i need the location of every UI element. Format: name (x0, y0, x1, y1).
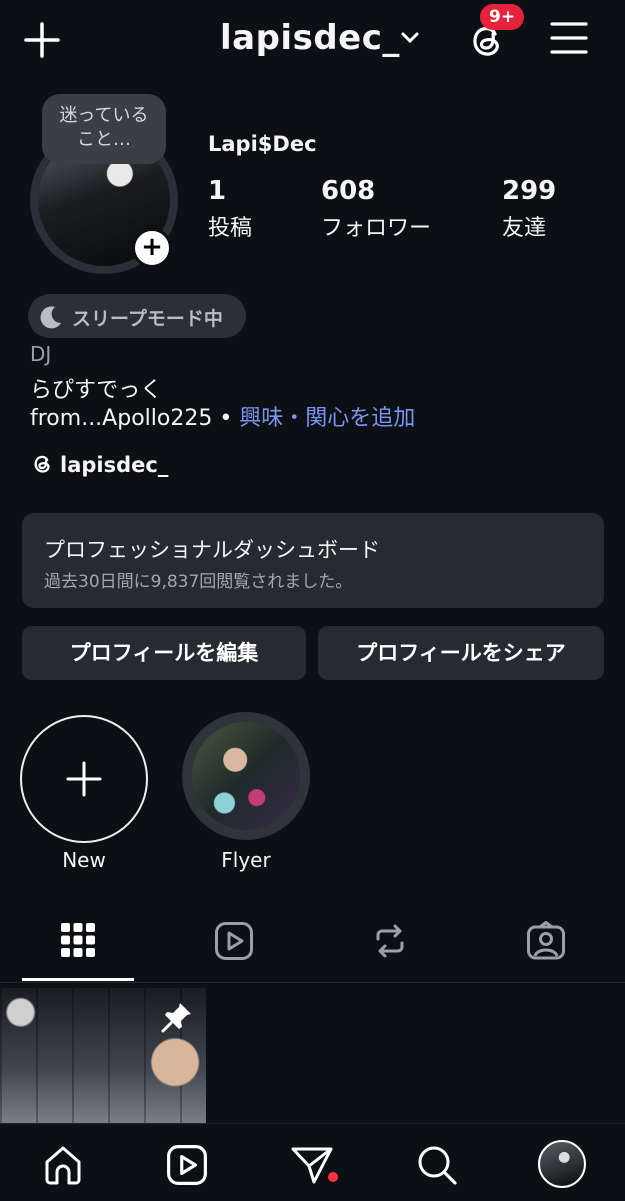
unread-dot (328, 1172, 338, 1182)
threads-icon (34, 455, 50, 473)
tab-reposts[interactable] (370, 921, 410, 961)
nav-reels[interactable] (166, 1144, 208, 1186)
notification-badge: 9+ (480, 4, 525, 30)
display-name: Lapi$Dec (208, 132, 317, 156)
tab-reels[interactable] (214, 921, 254, 961)
bio-separator: • (212, 406, 240, 431)
reels-icon (167, 1145, 207, 1185)
bio-line-2: from...Apollo225 • 興味・関心を追加 (30, 400, 415, 432)
nav-search[interactable] (416, 1144, 458, 1186)
highlight-flyer-image (192, 722, 300, 830)
chevron-down-icon[interactable] (400, 30, 420, 46)
add-story-plus-icon[interactable]: + (132, 228, 172, 268)
nav-home[interactable] (42, 1144, 84, 1186)
stat-friends[interactable]: 299 友達 (502, 176, 556, 242)
threads-handle: lapisdec_ (60, 453, 169, 477)
repost-icon (376, 924, 404, 958)
stat-followers-value: 608 (321, 176, 376, 206)
plus-icon (66, 761, 102, 797)
tab-divider (0, 982, 625, 983)
status-pill-label: スリープモード中 (72, 308, 223, 330)
active-tab-indicator (22, 978, 134, 981)
new-highlight-button[interactable] (20, 715, 148, 843)
threads-profile-link[interactable]: lapisdec_ (30, 452, 168, 477)
search-icon (418, 1146, 457, 1185)
nav-messages[interactable] (290, 1144, 334, 1186)
post-thumbnail[interactable] (0, 988, 206, 1123)
grid-icon (61, 923, 95, 957)
status-pill[interactable]: スリープモード中 (28, 294, 246, 338)
username-switcher[interactable]: lapisdec_ (220, 18, 400, 58)
stat-followers[interactable]: 608 フォロワー (321, 176, 431, 242)
stat-posts-value: 1 (208, 176, 227, 206)
nav-profile-avatar[interactable] (538, 1140, 586, 1188)
send-icon (291, 1147, 333, 1184)
create-button[interactable] (22, 20, 62, 60)
highlight-label: Flyer (221, 848, 271, 872)
dashboard-subtitle: 過去30日間に9,837回閲覧されました。 (44, 572, 353, 592)
stat-posts-label: 投稿 (208, 216, 253, 241)
note-bubble[interactable]: 迷っている こと… (42, 94, 166, 164)
stat-friends-value: 299 (502, 176, 557, 206)
menu-button[interactable] (550, 20, 588, 56)
add-interests-link[interactable]: 興味・関心を追加 (239, 406, 415, 431)
tagged-person-icon (527, 921, 565, 960)
share-profile-button[interactable]: プロフィールをシェア (318, 626, 604, 680)
moon-icon (40, 306, 61, 329)
plus-icon (24, 22, 60, 58)
bio-text: from...Apollo225 (30, 406, 213, 431)
stat-posts[interactable]: 1 投稿 (208, 176, 252, 242)
hamburger-menu-icon (550, 22, 588, 54)
dashboard-title: プロフェッショナルダッシュボード (44, 538, 380, 562)
home-icon (45, 1146, 81, 1185)
stat-friends-label: 友達 (502, 216, 547, 241)
tab-tagged[interactable] (526, 921, 566, 961)
pin-icon (161, 1003, 191, 1033)
highlight-label: New (62, 848, 106, 872)
edit-profile-button[interactable]: プロフィールを編集 (22, 626, 306, 680)
reels-icon (215, 922, 253, 960)
stat-followers-label: フォロワー (321, 216, 432, 241)
bio-category: DJ (30, 342, 52, 366)
tab-grid[interactable] (60, 922, 96, 958)
